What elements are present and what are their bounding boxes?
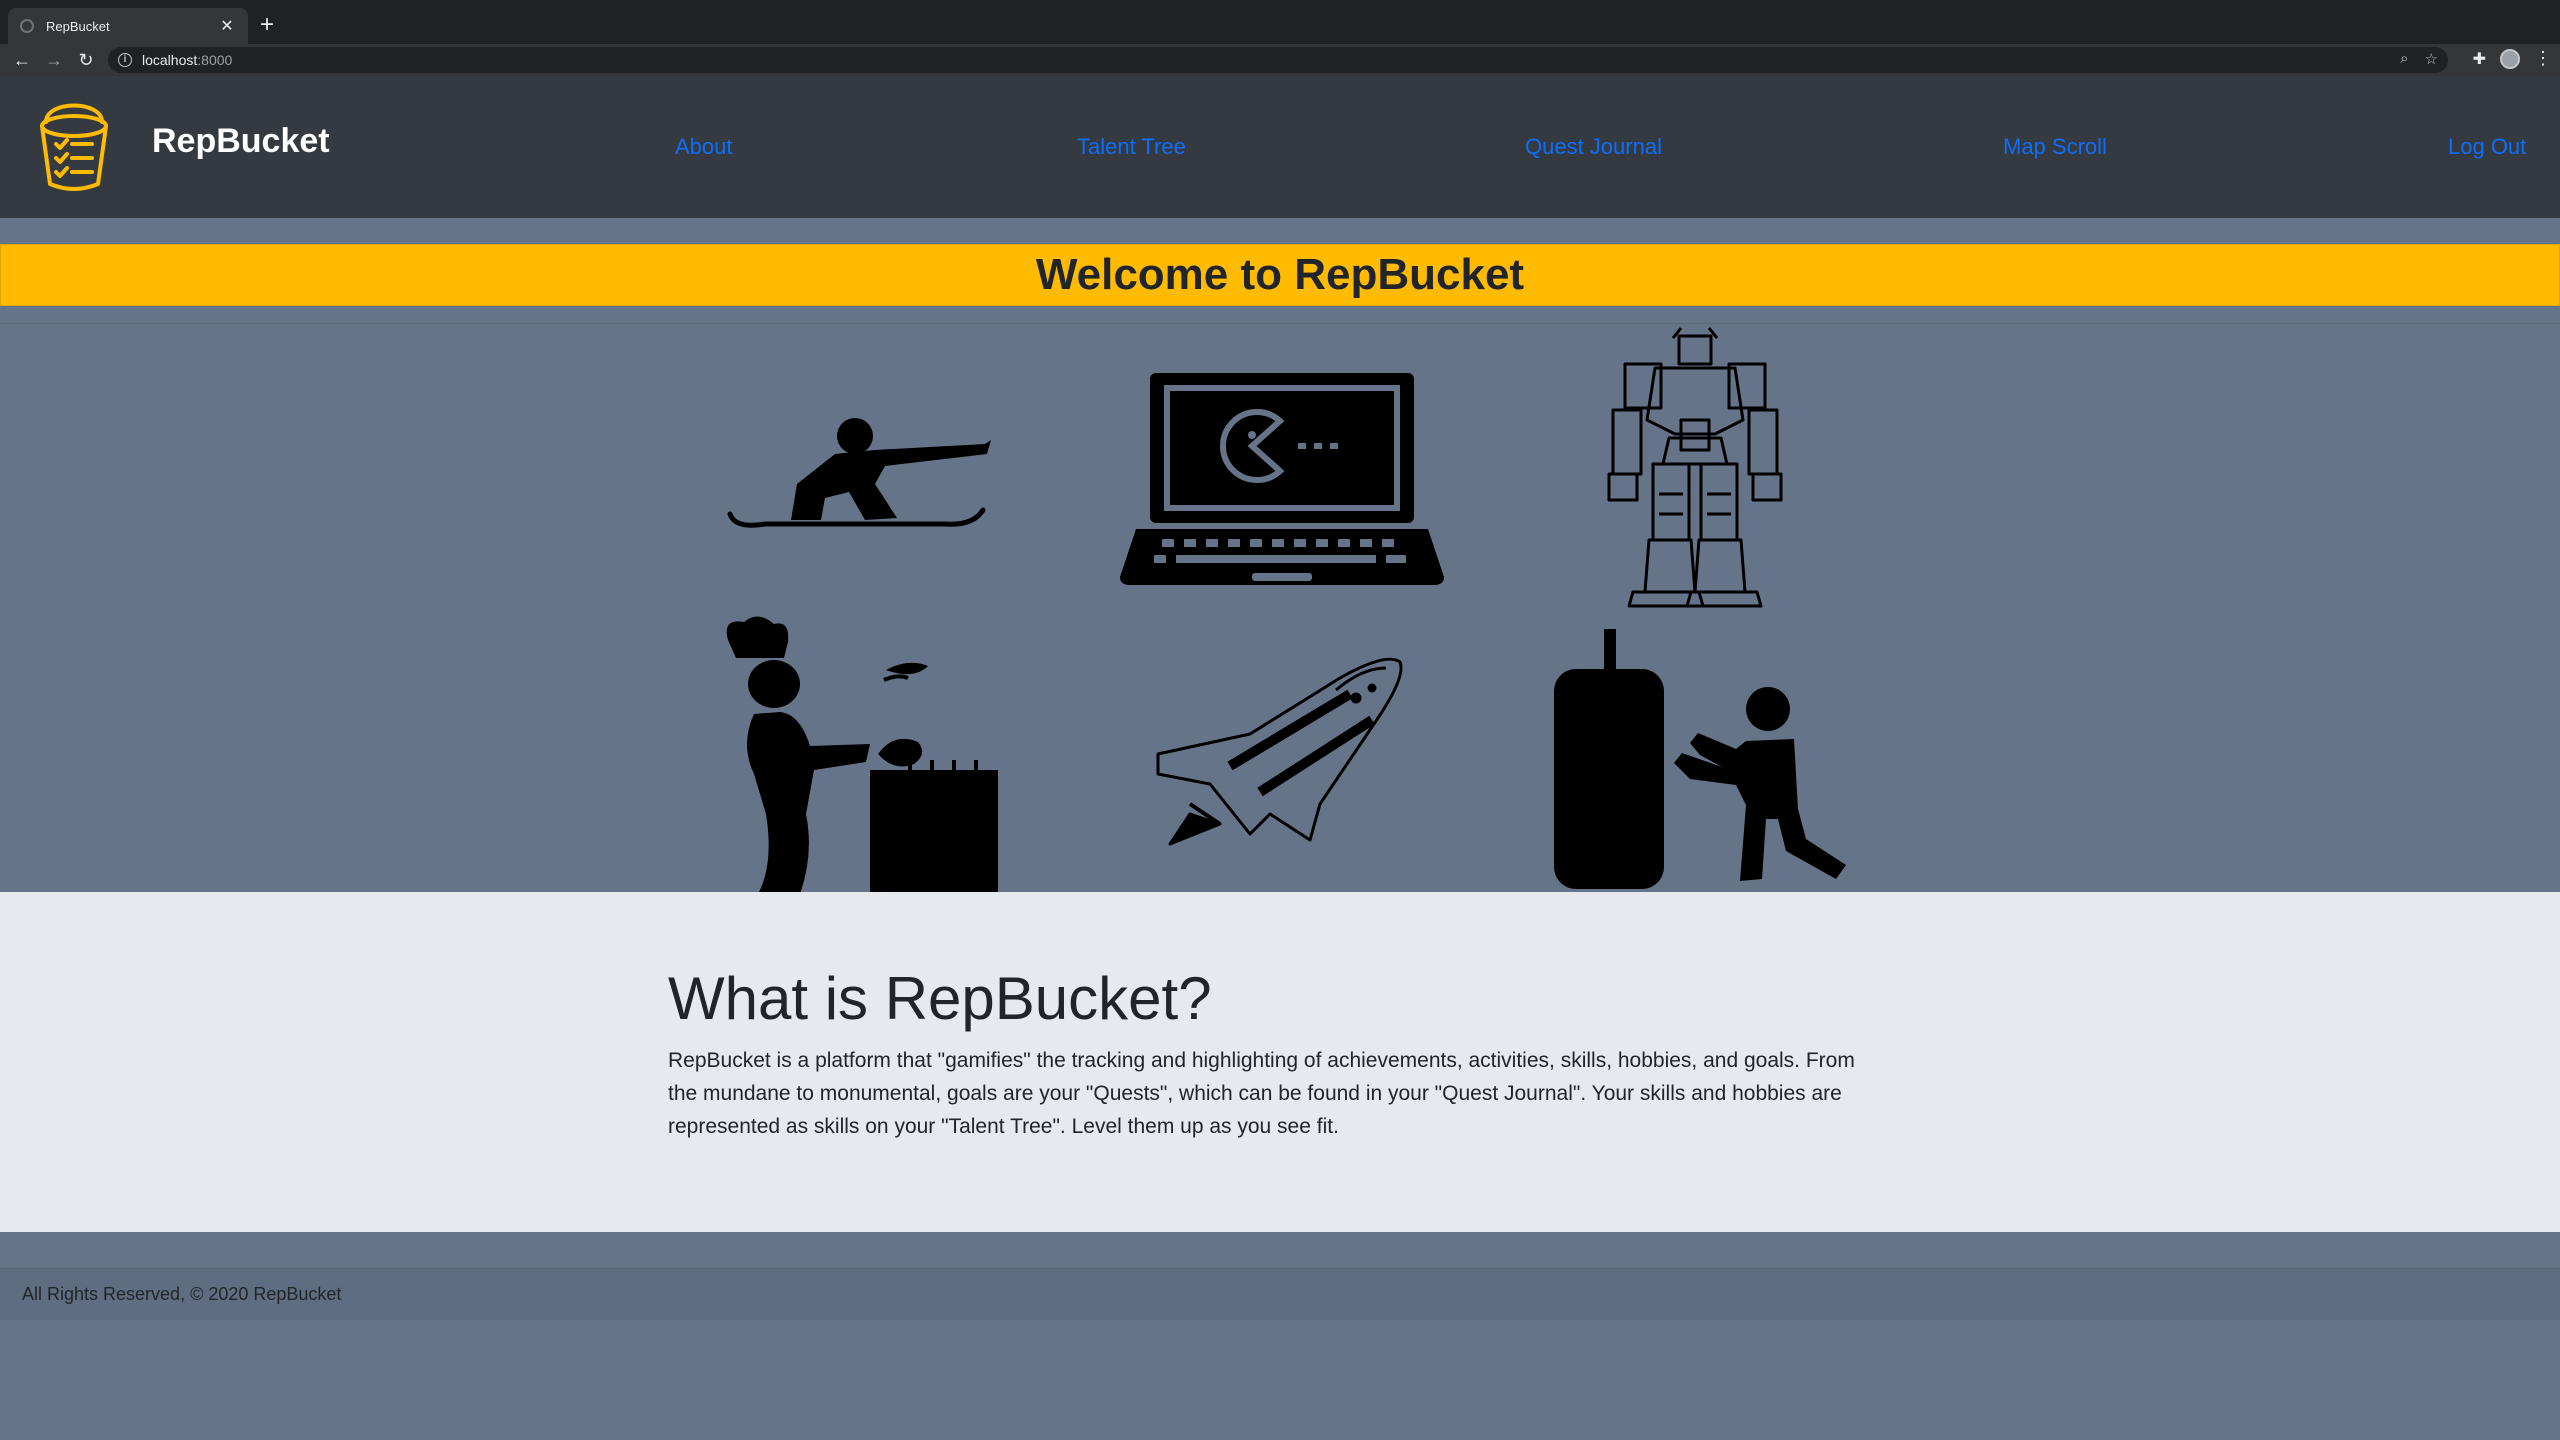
info-icon[interactable]: i	[118, 53, 132, 67]
about-body: RepBucket is a platform that "gamifies" …	[668, 1049, 1855, 1138]
hero-icons	[0, 324, 2560, 894]
forward-arrow-icon[interactable]: →	[42, 48, 66, 72]
new-tab-button[interactable]: +	[260, 10, 274, 40]
reload-icon[interactable]: ↻	[74, 48, 98, 72]
nav-quest-journal[interactable]: Quest Journal	[1525, 134, 1662, 160]
footer-text: All Rights Reserved, © 2020 RepBucket	[22, 1284, 342, 1304]
robot-mech-icon	[1607, 327, 1783, 608]
welcome-banner: Welcome to RepBucket	[0, 244, 2560, 306]
nav-map-scroll[interactable]: Map Scroll	[2003, 134, 2107, 160]
site-navbar: RepBucket About Talent Tree Quest Journa…	[0, 76, 2560, 218]
bookmark-star-icon[interactable]: ☆	[2425, 50, 2438, 68]
browser-tabstrip: RepBucket ✕ +	[0, 0, 2560, 44]
bucket-checklist-logo-icon[interactable]	[36, 98, 112, 194]
browser-tab[interactable]: RepBucket ✕	[8, 8, 248, 44]
close-tab-icon[interactable]: ✕	[218, 16, 236, 36]
laptop-pacman-icon	[1120, 373, 1444, 585]
nav-about[interactable]: About	[675, 134, 733, 160]
zoom-icon[interactable]: ⌕	[2400, 50, 2408, 68]
url-port: :8000	[197, 52, 233, 68]
footer-spacer	[0, 1232, 2560, 1268]
chef-cooking-icon	[726, 616, 998, 894]
nav-talent-tree[interactable]: Talent Tree	[1077, 134, 1186, 160]
nav-log-out[interactable]: Log Out	[2448, 134, 2526, 160]
back-arrow-icon[interactable]: ←	[10, 48, 34, 72]
address-bar[interactable]: i localhost:8000 ⌕ ☆	[108, 47, 2448, 73]
globe-icon	[20, 19, 34, 33]
punching-bag-boxer-icon	[1554, 629, 1846, 889]
extensions-puzzle-icon[interactable]: ✚	[2473, 49, 2486, 69]
about-section: What is RepBucket? RepBucket is a platfo…	[0, 892, 2560, 1232]
about-heading: What is RepBucket?	[668, 965, 1212, 1032]
profile-avatar[interactable]	[2500, 48, 2520, 69]
browser-toolbar: ← → ↻ i localhost:8000 ⌕ ☆ ✚ ⋮	[0, 44, 2560, 76]
url-host: localhost	[142, 52, 198, 68]
tab-title: RepBucket	[46, 18, 110, 34]
footer: All Rights Reserved, © 2020 RepBucket	[0, 1268, 2560, 1320]
space-shuttle-icon	[1156, 657, 1403, 846]
brand-name[interactable]: RepBucket	[152, 122, 330, 161]
menu-kebab-icon[interactable]: ⋮	[2534, 48, 2552, 69]
welcome-title: Welcome to RepBucket	[1035, 250, 1525, 299]
snowboarder-icon	[727, 418, 991, 528]
